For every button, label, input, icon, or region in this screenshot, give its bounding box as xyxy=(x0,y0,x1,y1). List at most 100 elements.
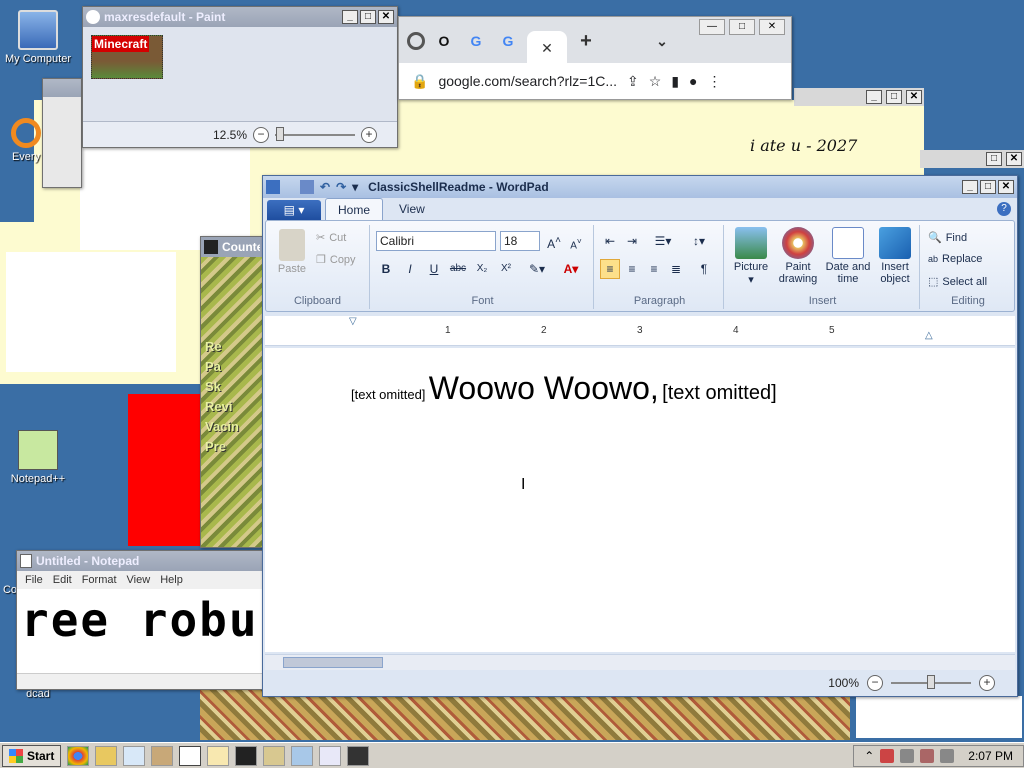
ruler-indent-marker[interactable]: ▽ xyxy=(349,316,357,327)
star-icon[interactable]: ☆ xyxy=(649,73,662,90)
increase-indent-icon[interactable]: ⇥ xyxy=(622,231,642,251)
google-tab-icon[interactable]: G xyxy=(463,28,489,54)
grow-font-icon[interactable]: A˄ xyxy=(544,231,564,251)
bold-button[interactable]: B xyxy=(376,259,396,279)
chrome-taskbar-icon[interactable] xyxy=(67,745,90,766)
menu-file[interactable]: File xyxy=(25,574,43,586)
superscript-button[interactable]: X² xyxy=(496,259,516,279)
save-icon[interactable] xyxy=(300,180,314,194)
zoom-out-icon[interactable]: − xyxy=(867,675,883,691)
sidepanel-icon[interactable]: ▮ xyxy=(671,73,679,90)
background-window[interactable] xyxy=(42,78,82,188)
maximize-icon[interactable]: □ xyxy=(886,90,902,104)
select-all-button[interactable]: ⬚ Select all xyxy=(928,275,987,289)
menu-line[interactable]: Sk xyxy=(205,377,239,397)
close-icon[interactable]: ✕ xyxy=(1006,152,1022,166)
copy-button[interactable]: ❐ Copy xyxy=(316,253,356,267)
chrome-window[interactable]: — □ ✕ O G G ✕ + ⌄ 🔒 google.com/search?rl… xyxy=(398,16,792,100)
maximize-icon[interactable]: □ xyxy=(729,19,755,35)
zoom-in-icon[interactable]: + xyxy=(979,675,995,691)
zoom-slider-knob[interactable] xyxy=(276,126,285,141)
menu-line[interactable]: Pa xyxy=(205,357,239,377)
paint-drawing-button[interactable]: Paint drawing xyxy=(774,227,822,285)
menu-edit[interactable]: Edit xyxy=(53,574,72,586)
highlight-icon[interactable]: ✎▾ xyxy=(522,259,552,279)
notepad-window[interactable]: Untitled - Notepad File Edit Format View… xyxy=(16,550,266,690)
picture-button[interactable]: Picture ▾ xyxy=(730,227,772,286)
shrink-font-icon[interactable]: A˅ xyxy=(566,231,586,251)
opera-tab-icon[interactable]: O xyxy=(431,28,457,54)
scrollbar-thumb[interactable] xyxy=(283,657,383,668)
italic-button[interactable]: I xyxy=(400,259,420,279)
menu-view[interactable]: View xyxy=(127,574,151,586)
tab-view[interactable]: View xyxy=(387,198,437,220)
tab-home[interactable]: Home xyxy=(325,198,384,220)
menu-icon[interactable]: ⋮ xyxy=(708,73,722,90)
share-icon[interactable]: ⇪ xyxy=(627,73,639,90)
paint-canvas[interactable]: Minecraft xyxy=(91,35,163,79)
align-left-icon[interactable]: ≡ xyxy=(600,259,620,279)
minimize-icon[interactable]: _ xyxy=(866,90,882,104)
my-computer-desktop-icon[interactable]: My Computer xyxy=(0,10,76,65)
explorer-taskbar-icon[interactable] xyxy=(95,745,118,766)
redo-icon[interactable]: ↷ xyxy=(336,180,346,194)
undo-icon[interactable]: ↶ xyxy=(320,180,330,194)
maximize-icon[interactable]: □ xyxy=(986,152,1002,166)
zoom-out-icon[interactable]: − xyxy=(253,126,269,143)
profile-icon[interactable]: ● xyxy=(689,73,697,89)
paint-taskbar-icon[interactable] xyxy=(207,745,230,766)
address-bar[interactable]: 🔒 google.com/search?rlz=1C... ⇪ ☆ ▮ ● ⋮ xyxy=(399,63,791,99)
new-tab-icon[interactable]: + xyxy=(573,28,599,54)
menu-line[interactable]: Pre xyxy=(205,437,239,457)
counter-taskbar-icon[interactable] xyxy=(347,745,370,766)
decrease-indent-icon[interactable]: ⇤ xyxy=(600,231,620,251)
volume-muted-icon[interactable] xyxy=(920,748,935,763)
date-time-button[interactable]: Date and time xyxy=(824,227,872,285)
wordpad-taskbar-icon[interactable] xyxy=(179,745,202,766)
notepad-text-area[interactable]: ree robu xyxy=(21,593,259,647)
zoom-slider-knob[interactable] xyxy=(927,675,935,689)
paint-window[interactable]: maxresdefault - Paint _ □ ✕ Minecraft 12… xyxy=(82,6,398,148)
minimize-icon[interactable]: — xyxy=(699,19,725,35)
align-center-icon[interactable]: ≡ xyxy=(622,259,642,279)
bullets-icon[interactable]: ☰▾ xyxy=(648,231,678,251)
zoom-slider[interactable] xyxy=(275,126,355,141)
misc-taskbar-icon[interactable] xyxy=(263,745,286,766)
minimize-icon[interactable]: _ xyxy=(342,10,358,24)
display-taskbar-icon[interactable] xyxy=(291,745,314,766)
start-button[interactable]: Start xyxy=(2,744,62,767)
font-size-select[interactable]: 18 xyxy=(500,231,540,251)
close-icon[interactable]: ✕ xyxy=(998,180,1014,194)
maximize-icon[interactable]: □ xyxy=(360,10,376,24)
menu-line[interactable]: Re xyxy=(205,337,239,357)
minimize-icon[interactable]: _ xyxy=(962,180,978,194)
paragraph-settings-icon[interactable]: ¶ xyxy=(694,259,714,279)
justify-icon[interactable]: ≣ xyxy=(666,259,686,279)
subscript-button[interactable]: X₂ xyxy=(472,259,492,279)
close-icon[interactable]: ✕ xyxy=(759,19,785,35)
cmd-taskbar-icon[interactable] xyxy=(235,745,258,766)
notepad-plus-plus-desktop-icon[interactable]: Notepad++ xyxy=(0,430,76,485)
quick-access-chevron-icon[interactable]: ▾ xyxy=(352,180,358,194)
align-right-icon[interactable]: ≡ xyxy=(644,259,664,279)
menu-line[interactable]: Vacin xyxy=(205,417,239,437)
zoom-in-icon[interactable]: + xyxy=(361,126,377,143)
counter-window[interactable]: Counte Re Pa Sk Revi Vacin Pre xyxy=(200,236,264,548)
horizontal-scrollbar[interactable] xyxy=(17,673,265,689)
cut-button[interactable]: ✂ Cut xyxy=(316,231,346,245)
close-icon[interactable]: ✕ xyxy=(906,90,922,104)
wordpad-window[interactable]: ↶ ↷ ▾ ClassicShellReadme - WordPad _ □ ✕… xyxy=(262,175,1018,697)
zoom-slider[interactable] xyxy=(891,675,971,689)
url-text[interactable]: google.com/search?rlz=1C... xyxy=(438,73,617,89)
notepad2-taskbar-icon[interactable] xyxy=(319,745,342,766)
network-icon[interactable] xyxy=(900,748,915,763)
tab-search-chevron-icon[interactable]: ⌄ xyxy=(649,28,675,54)
paste-button[interactable]: Paste xyxy=(272,229,312,275)
menu-help[interactable]: Help xyxy=(160,574,183,586)
power-icon[interactable] xyxy=(940,748,955,763)
tray-expand-icon[interactable]: ⌃ xyxy=(864,749,874,763)
maximize-icon[interactable]: □ xyxy=(980,180,996,194)
clock[interactable]: 2:07 PM xyxy=(968,749,1013,763)
google-tab-icon[interactable]: G xyxy=(495,28,521,54)
tab-close-icon[interactable]: ✕ xyxy=(527,31,567,65)
